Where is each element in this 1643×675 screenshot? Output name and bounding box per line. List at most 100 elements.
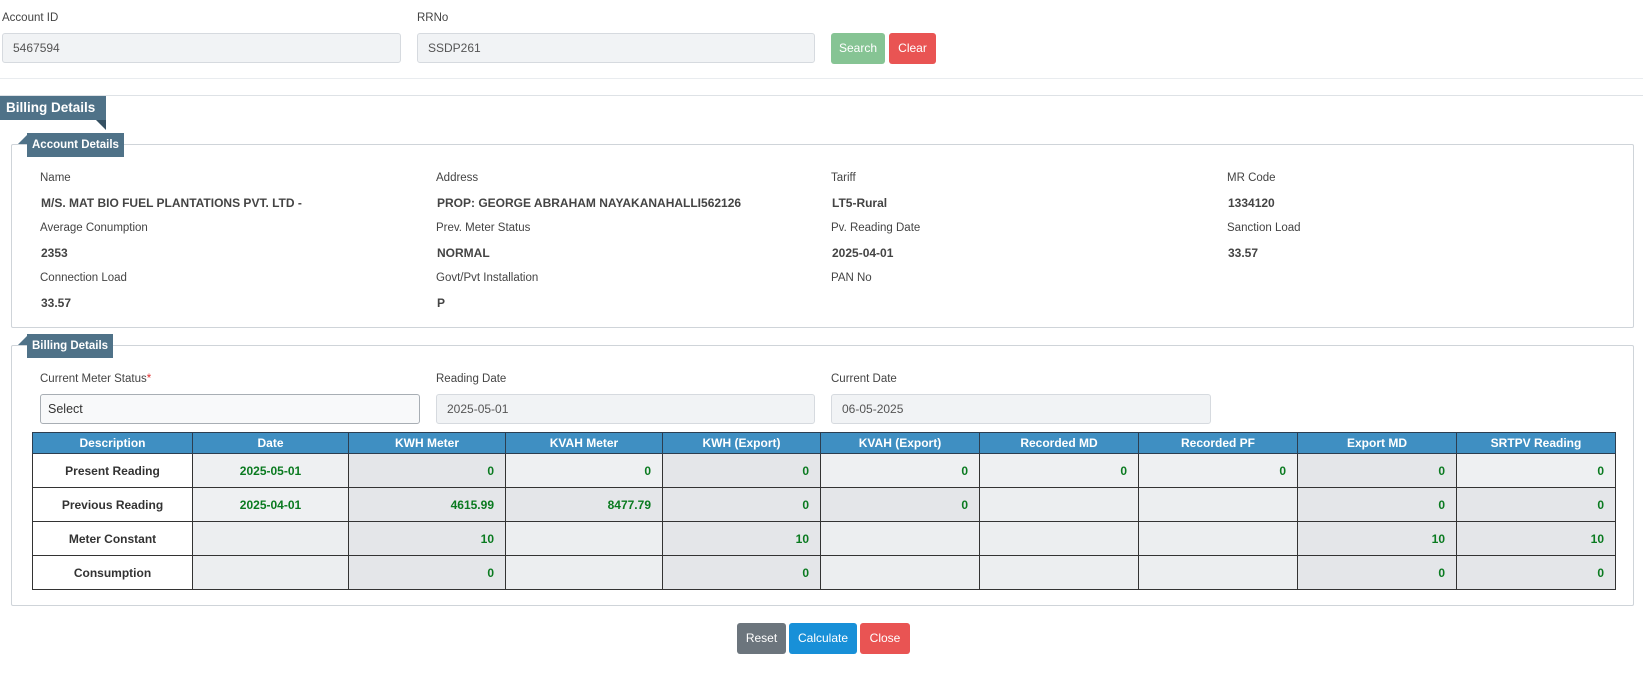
table-row: Present Reading 2025-05-01 0 0 0 0 0 0 0… bbox=[32, 453, 1616, 488]
kwh-export-cell: 0 bbox=[662, 555, 821, 590]
connection-load-label: Connection Load bbox=[40, 272, 127, 284]
column-header: KVAH Meter bbox=[505, 432, 663, 454]
search-button[interactable]: Search bbox=[831, 33, 885, 64]
divider bbox=[0, 78, 1643, 79]
export-md-cell: 10 bbox=[1297, 521, 1457, 556]
column-header: Recorded MD bbox=[979, 432, 1139, 454]
kwh-export-cell: 10 bbox=[662, 521, 821, 556]
account-id-label: Account ID bbox=[2, 12, 59, 24]
kvah-export-cell bbox=[820, 555, 980, 590]
recorded-pf-cell bbox=[1138, 555, 1298, 590]
recorded-md-cell bbox=[979, 521, 1139, 556]
account-details-panel bbox=[11, 144, 1634, 328]
kwh-meter-cell: 4615.99 bbox=[348, 487, 506, 522]
close-button[interactable]: Close bbox=[860, 623, 910, 654]
srtpv-reading-cell: 0 bbox=[1456, 487, 1616, 522]
average-consumption-label: Average Conumption bbox=[40, 222, 148, 234]
recorded-md-cell bbox=[979, 487, 1139, 522]
govt-pvt-installation-label: Govt/Pvt Installation bbox=[436, 272, 539, 284]
reading-date-cell: 2025-04-01 bbox=[192, 487, 349, 522]
rrno-label: RRNo bbox=[417, 12, 449, 24]
name-label: Name bbox=[40, 172, 71, 184]
column-header: Export MD bbox=[1297, 432, 1457, 454]
column-header: SRTPV Reading bbox=[1456, 432, 1616, 454]
billing-details-title: Billing Details bbox=[27, 334, 114, 358]
current-date-input[interactable]: 06-05-2025 bbox=[831, 394, 1211, 424]
reading-date-input[interactable]: 2025-05-01 bbox=[436, 394, 815, 424]
table-row: Consumption 0 0 0 0 bbox=[32, 555, 1616, 590]
column-header: Recorded PF bbox=[1138, 432, 1298, 454]
column-header: KWH Meter bbox=[348, 432, 506, 454]
mr-code-value: 1334120 bbox=[1228, 196, 1275, 210]
kvah-meter-cell: 8477.79 bbox=[505, 487, 663, 522]
table-row: Meter Constant 10 10 10 10 bbox=[32, 521, 1616, 556]
srtpv-reading-cell: 0 bbox=[1456, 555, 1616, 590]
kvah-export-cell[interactable]: 0 bbox=[820, 453, 980, 488]
srtpv-reading-cell[interactable]: 0 bbox=[1456, 453, 1616, 488]
current-meter-status-select[interactable]: Select bbox=[40, 394, 420, 424]
kvah-meter-cell[interactable]: 0 bbox=[505, 453, 663, 488]
calculate-button[interactable]: Calculate bbox=[789, 623, 857, 654]
recorded-pf-cell[interactable]: 0 bbox=[1138, 453, 1298, 488]
pv-reading-date-value: 2025-04-01 bbox=[832, 246, 894, 260]
reset-button[interactable]: Reset bbox=[737, 623, 786, 654]
kvah-export-cell bbox=[820, 521, 980, 556]
row-description: Meter Constant bbox=[32, 521, 193, 556]
mr-code-label: MR Code bbox=[1227, 172, 1276, 184]
table-header-row: Description Date KWH Meter KVAH Meter KW… bbox=[32, 432, 1616, 454]
kvah-meter-cell bbox=[505, 521, 663, 556]
name-value: M/S. MAT BIO FUEL PLANTATIONS PVT. LTD - bbox=[41, 196, 302, 210]
kvah-meter-cell bbox=[505, 555, 663, 590]
reading-date-cell bbox=[192, 555, 349, 590]
clear-button[interactable]: Clear bbox=[889, 33, 936, 64]
tariff-label: Tariff bbox=[831, 172, 856, 184]
reading-date-cell: 2025-05-01 bbox=[192, 453, 349, 488]
row-description: Consumption bbox=[32, 555, 193, 590]
required-marker: * bbox=[146, 373, 152, 385]
column-header: KWH (Export) bbox=[662, 432, 821, 454]
address-label: Address bbox=[436, 172, 479, 184]
tariff-value: LT5-Rural bbox=[832, 196, 888, 210]
column-header: Date bbox=[192, 432, 349, 454]
srtpv-reading-cell: 10 bbox=[1456, 521, 1616, 556]
column-header: Description bbox=[32, 432, 193, 454]
pan-no-label: PAN No bbox=[831, 272, 872, 284]
govt-pvt-installation-value: P bbox=[437, 296, 446, 310]
prev-meter-status-label: Prev. Meter Status bbox=[436, 222, 531, 234]
export-md-cell: 0 bbox=[1297, 487, 1457, 522]
kvah-export-cell: 0 bbox=[820, 487, 980, 522]
column-header: KVAH (Export) bbox=[820, 432, 980, 454]
reading-date-cell bbox=[192, 521, 349, 556]
recorded-md-cell bbox=[979, 555, 1139, 590]
recorded-pf-cell bbox=[1138, 487, 1298, 522]
prev-meter-status-value: NORMAL bbox=[437, 246, 490, 260]
sanction-load-label: Sanction Load bbox=[1227, 222, 1301, 234]
recorded-pf-cell bbox=[1138, 521, 1298, 556]
kwh-meter-cell: 10 bbox=[348, 521, 506, 556]
sanction-load-value: 33.57 bbox=[1228, 246, 1259, 260]
export-md-cell: 0 bbox=[1297, 555, 1457, 590]
kwh-meter-cell[interactable]: 0 bbox=[348, 453, 506, 488]
reading-date-label: Reading Date bbox=[436, 373, 507, 385]
kwh-export-cell[interactable]: 0 bbox=[662, 453, 821, 488]
rrno-input[interactable]: SSDP261 bbox=[417, 33, 815, 63]
kwh-export-cell: 0 bbox=[662, 487, 821, 522]
current-date-label: Current Date bbox=[831, 373, 897, 385]
address-value: PROP: GEORGE ABRAHAM NAYAKANAHALLI562126 bbox=[437, 196, 742, 210]
title-ribbon-fold bbox=[96, 120, 106, 130]
kwh-meter-cell: 0 bbox=[348, 555, 506, 590]
account-id-input[interactable]: 5467594 bbox=[2, 33, 401, 63]
connection-load-value: 33.57 bbox=[41, 296, 72, 310]
recorded-md-cell[interactable]: 0 bbox=[979, 453, 1139, 488]
pv-reading-date-label: Pv. Reading Date bbox=[831, 222, 921, 234]
readings-table: Description Date KWH Meter KVAH Meter KW… bbox=[32, 432, 1616, 590]
account-details-title: Account Details bbox=[27, 133, 124, 157]
average-consumption-value: 2353 bbox=[41, 246, 68, 260]
export-md-cell[interactable]: 0 bbox=[1297, 453, 1457, 488]
table-row: Previous Reading 2025-04-01 4615.99 8477… bbox=[32, 487, 1616, 522]
divider bbox=[0, 95, 1643, 96]
row-description: Present Reading bbox=[32, 453, 193, 488]
current-meter-status-label: Current Meter Status* bbox=[40, 373, 152, 385]
row-description: Previous Reading bbox=[32, 487, 193, 522]
page-title: Billing Details bbox=[0, 96, 106, 120]
